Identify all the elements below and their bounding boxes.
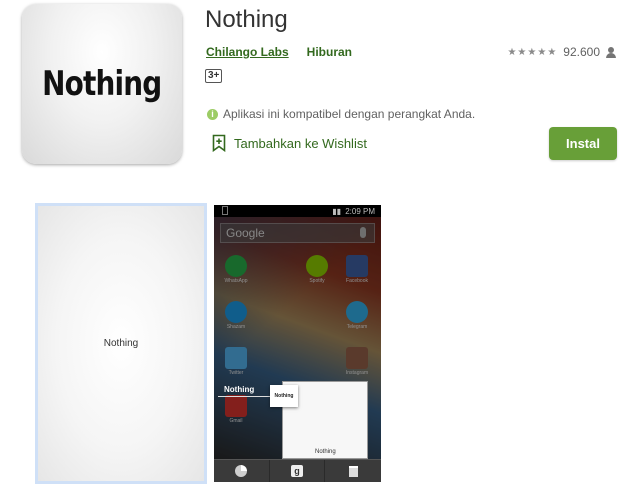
add-to-wishlist-button[interactable]: Tambahkan ke Wishlist bbox=[212, 134, 367, 152]
app-title: Nothing bbox=[205, 6, 288, 33]
app-meta: Chilango Labs Hiburan bbox=[206, 45, 352, 59]
screenshot-2[interactable]: ▮▮ 2:09 PM Google WhatsApp Spotify Faceb… bbox=[214, 205, 381, 482]
app-icon: Nothing bbox=[22, 4, 182, 164]
rating-summary: ★★★★★ 92.600 bbox=[507, 45, 616, 59]
compatibility-text: Aplikasi ini kompatibel dengan perangkat… bbox=[223, 107, 476, 121]
google-icon: g bbox=[291, 465, 303, 477]
nav-slot-pie bbox=[214, 459, 270, 482]
dragged-widget: Nothing bbox=[270, 385, 298, 407]
phone-status-bar: ▮▮ 2:09 PM bbox=[214, 205, 381, 217]
wishlist-label: Tambahkan ke Wishlist bbox=[234, 135, 367, 151]
category-link[interactable]: Hiburan bbox=[307, 45, 352, 59]
content-rating-badge: 3+ bbox=[205, 69, 223, 83]
widget-picker-bar: g bbox=[214, 459, 381, 482]
install-button[interactable]: Instal bbox=[549, 127, 617, 160]
widget-preview-text: Nothing bbox=[315, 449, 336, 455]
developer-link[interactable]: Chilango Labs bbox=[206, 45, 289, 59]
drop-indicator-line bbox=[218, 396, 270, 397]
status-time: 2:09 PM bbox=[345, 206, 375, 216]
app-icon-text: Nothing bbox=[42, 64, 162, 104]
trash-icon bbox=[348, 465, 358, 477]
signal-icon: ▮▮ bbox=[332, 206, 342, 216]
bookmark-add-icon bbox=[212, 134, 226, 152]
nav-slot-google: g bbox=[270, 459, 326, 482]
screenshot-1[interactable]: Nothing bbox=[35, 203, 207, 484]
screenshot-1-text: Nothing bbox=[103, 338, 139, 349]
usb-icon bbox=[222, 206, 228, 215]
info-icon: i bbox=[207, 108, 218, 120]
pie-chart-icon bbox=[235, 465, 248, 477]
person-icon bbox=[606, 46, 616, 58]
rating-count: 92.600 bbox=[563, 45, 600, 59]
nav-slot-trash bbox=[325, 460, 381, 483]
drop-label: Nothing bbox=[224, 385, 255, 394]
star-rating-icon: ★★★★★ bbox=[507, 46, 558, 58]
compatibility-notice: i Aplikasi ini kompatibel dengan perangk… bbox=[207, 107, 475, 121]
